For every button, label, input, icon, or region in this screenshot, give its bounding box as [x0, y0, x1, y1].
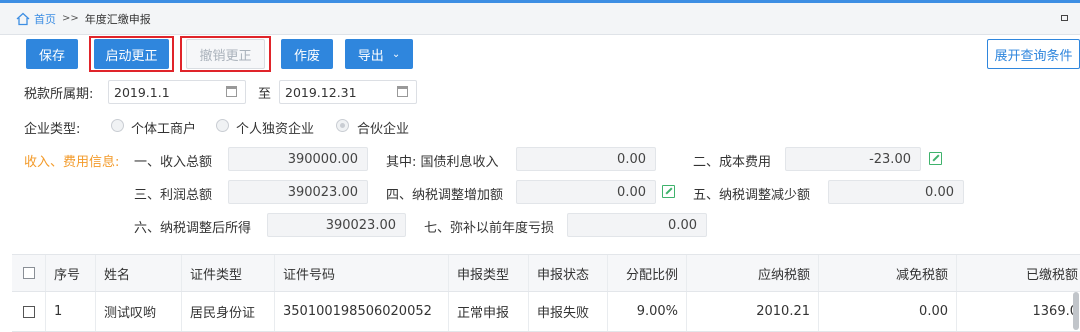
edit-icon[interactable]: [662, 185, 675, 198]
header-index[interactable]: 序号: [45, 255, 95, 291]
header-filing-type[interactable]: 申报类型: [448, 255, 528, 291]
breadcrumb-current: 年度汇缴申报: [84, 12, 151, 26]
void-button[interactable]: 作废: [281, 39, 333, 69]
toolbar: 保存 启动更正 撤销更正 作废 导出 ⌄ 展开查询条件: [0, 36, 1080, 76]
cell-id-type: 居民身份证: [181, 292, 274, 331]
prior-loss-label: 七、弥补以前年度亏损: [424, 221, 555, 236]
export-button[interactable]: 导出 ⌄: [345, 39, 413, 69]
cell-index: 1: [45, 292, 95, 331]
header-tax-reduction[interactable]: 减免税额: [818, 255, 956, 291]
breadcrumb-home-link[interactable]: 首页: [34, 11, 56, 27]
adj-increase-field[interactable]: 0.00: [516, 180, 656, 204]
radio-label-sole-proprietor[interactable]: 个体工商户: [131, 118, 196, 137]
breadcrumb: 首页 >> 年度汇缴申报: [0, 3, 1080, 35]
prior-loss-field[interactable]: 0.00: [567, 213, 707, 237]
header-tax-paid[interactable]: 已缴税额: [956, 255, 1080, 291]
cell-filing-type: 正常申报: [448, 292, 528, 331]
home-icon[interactable]: [16, 12, 30, 26]
cell-tax-paid: 1369.0: [956, 292, 1080, 331]
header-filing-status[interactable]: 申报状态: [528, 255, 607, 291]
tax-period-label: 税款所属期:: [24, 87, 94, 102]
radio-partnership[interactable]: [336, 119, 349, 132]
calendar-icon[interactable]: [397, 86, 408, 97]
export-label: 导出: [357, 47, 384, 63]
select-all-checkbox[interactable]: [22, 267, 35, 279]
tax-period-to-value: 2019.12.31: [285, 84, 357, 100]
cost-field[interactable]: -23.00: [785, 147, 921, 171]
cell-ratio: 9.00%: [607, 292, 686, 331]
header-tax-payable[interactable]: 应纳税额: [686, 255, 818, 291]
row-select-cell: [12, 292, 45, 331]
edit-icon[interactable]: [929, 152, 942, 165]
adj-decrease-field[interactable]: 0.00: [828, 180, 964, 204]
cell-name: 测试叹哟: [95, 292, 181, 331]
cancel-correction-button[interactable]: 撤销更正: [186, 39, 265, 69]
start-correction-button[interactable]: 启动更正: [94, 39, 169, 69]
tax-period-to-input[interactable]: 2019.12.31: [279, 80, 417, 104]
header-id-type[interactable]: 证件类型: [181, 255, 274, 291]
header-ratio[interactable]: 分配比例: [607, 255, 686, 291]
radio-label-sole-investment[interactable]: 个人独资企业: [236, 118, 314, 137]
maximize-icon[interactable]: [1061, 15, 1068, 21]
row-checkbox[interactable]: [22, 305, 35, 318]
bond-interest-label: 其中: 国债利息收入: [386, 155, 499, 170]
cost-label: 二、成本费用: [693, 155, 772, 170]
expand-query-button[interactable]: 展开查询条件: [987, 39, 1080, 69]
income-section-label: 收入、费用信息:: [24, 155, 120, 170]
vertical-scrollbar[interactable]: [1073, 292, 1079, 330]
cell-id-number: 350100198506020052: [274, 292, 448, 331]
table-header: 序号 姓名 证件类型 证件号码 申报类型 申报状态 分配比例 应纳税额 减免税额…: [12, 254, 1080, 292]
radio-sole-proprietor[interactable]: [111, 119, 124, 132]
total-income-field[interactable]: 390000.00: [228, 147, 368, 171]
cell-filing-status: 申报失败: [528, 292, 607, 331]
adj-increase-label: 四、纳税调整增加额: [386, 188, 504, 203]
profit-label: 三、利润总额: [134, 188, 213, 203]
total-income-label: 一、收入总额: [134, 155, 213, 170]
bond-interest-field[interactable]: 0.00: [516, 147, 656, 171]
enterprise-type-label: 企业类型:: [24, 122, 81, 137]
header-name[interactable]: 姓名: [95, 255, 181, 291]
tax-period-to-label: 至: [258, 87, 272, 102]
header-id-number[interactable]: 证件号码: [274, 255, 448, 291]
table-row[interactable]: 1 测试叹哟 居民身份证 350100198506020052 正常申报 申报失…: [12, 292, 1080, 332]
breadcrumb-separator: >>: [62, 13, 79, 24]
cell-tax-payable: 2010.21: [686, 292, 818, 331]
profit-field[interactable]: 390023.00: [228, 180, 368, 204]
select-all-cell: [12, 255, 45, 291]
adjusted-income-field[interactable]: 390023.00: [267, 213, 406, 237]
adjusted-income-label: 六、纳税调整后所得: [134, 221, 252, 236]
chevron-down-icon: ⌄: [391, 48, 401, 60]
cell-tax-reduction: 0.00: [818, 292, 956, 331]
radio-sole-investment[interactable]: [216, 119, 229, 132]
radio-label-partnership[interactable]: 合伙企业: [357, 118, 409, 137]
adj-decrease-label: 五、纳税调整减少额: [693, 188, 811, 203]
calendar-icon[interactable]: [226, 86, 237, 97]
save-button[interactable]: 保存: [26, 39, 78, 69]
tax-period-from-input[interactable]: 2019.1.1: [108, 80, 246, 104]
tax-period-from-value: 2019.1.1: [114, 84, 170, 100]
